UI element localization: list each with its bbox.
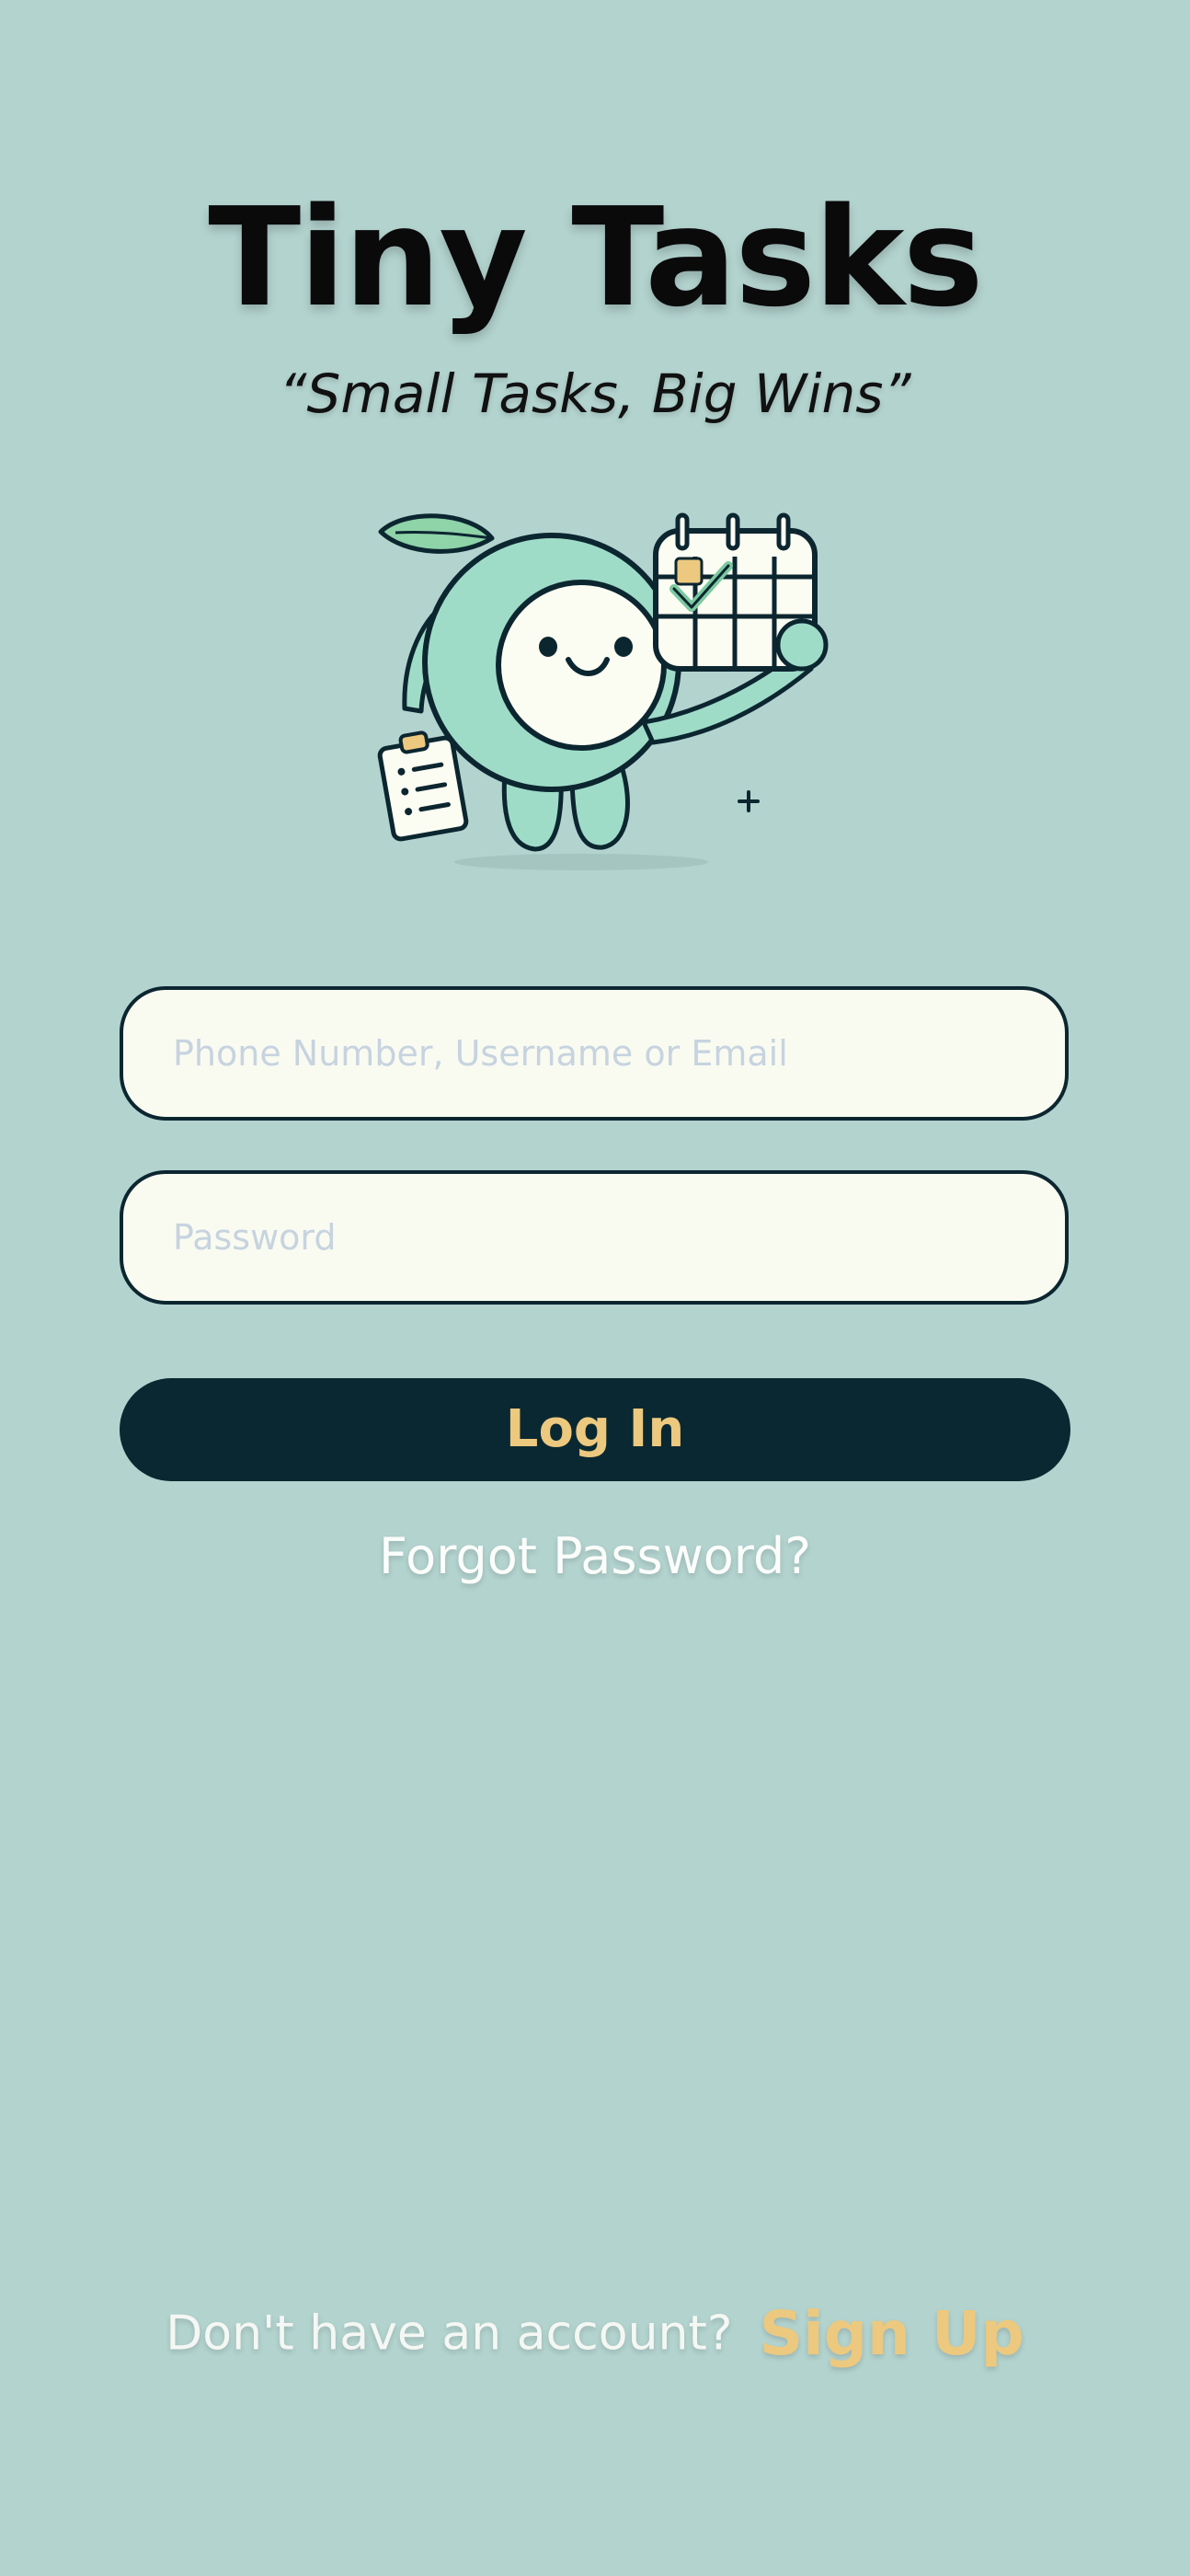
signup-prompt: Don't have an account?: [166, 2306, 733, 2362]
signup-link[interactable]: Sign Up: [760, 2298, 1024, 2369]
username-input[interactable]: [120, 986, 1069, 1121]
sparkle-icon: [738, 790, 760, 812]
login-button[interactable]: Log In: [120, 1378, 1070, 1481]
clipboard-icon: [377, 730, 469, 842]
app-title: Tiny Tasks: [208, 178, 983, 337]
mascot-illustration: [377, 512, 829, 870]
signup-row: Don't have an account? Sign Up: [0, 2298, 1190, 2369]
password-input[interactable]: [120, 1170, 1069, 1305]
app-tagline: “Small Tasks, Big Wins”: [279, 362, 911, 425]
leaf-icon: [378, 513, 495, 554]
forgot-password-link[interactable]: Forgot Password?: [0, 1520, 1190, 1593]
